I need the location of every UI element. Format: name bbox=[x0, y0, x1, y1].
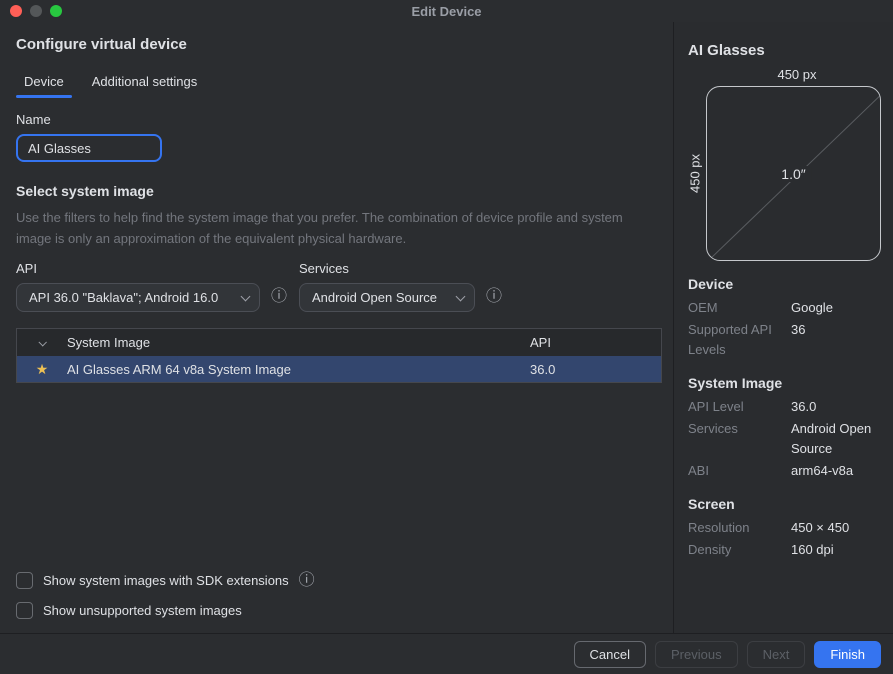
select-system-image-heading: Select system image bbox=[16, 183, 657, 199]
page-title: Configure virtual device bbox=[16, 36, 657, 53]
spec-value: 36.0 bbox=[791, 397, 881, 417]
screen-section-heading: Screen bbox=[688, 496, 881, 512]
checkbox-group: Show system images with SDK extensions ⓘ… bbox=[16, 572, 315, 619]
chevron-down-icon bbox=[241, 291, 251, 301]
services-filter-group: Services Android Open Source bbox=[299, 261, 475, 312]
column-header-api[interactable]: API bbox=[530, 335, 661, 350]
name-label: Name bbox=[16, 112, 657, 127]
filter-row: API API 36.0 "Baklava"; Android 16.0 ⓘ S… bbox=[16, 261, 657, 312]
services-dropdown[interactable]: Android Open Source bbox=[299, 283, 475, 312]
screen-spec-grid: Resolution 450 × 450 Density 160 dpi bbox=[688, 518, 881, 560]
spec-value: 36 bbox=[791, 320, 881, 360]
table-row[interactable]: ★ AI Glasses ARM 64 v8a System Image 36.… bbox=[17, 356, 661, 382]
spec-value: arm64-v8a bbox=[791, 461, 881, 481]
dialog-footer: Cancel Previous Next Finish bbox=[0, 633, 893, 674]
spec-label: API Level bbox=[688, 397, 791, 417]
star-icon: ★ bbox=[36, 362, 49, 376]
device-summary-pane: AI Glasses 450 px 450 px 1.0″ Device OEM… bbox=[673, 22, 893, 633]
services-dropdown-value: Android Open Source bbox=[312, 290, 447, 305]
spec-label: OEM bbox=[688, 298, 791, 318]
tab-additional-settings[interactable]: Additional settings bbox=[84, 70, 206, 98]
device-summary-title: AI Glasses bbox=[688, 42, 881, 59]
sort-column-header[interactable] bbox=[17, 340, 67, 346]
sdk-extensions-checkbox-label: Show system images with SDK extensions bbox=[43, 573, 289, 588]
sdk-extensions-checkbox[interactable] bbox=[16, 572, 33, 589]
spec-value: Google bbox=[791, 298, 881, 318]
cancel-button[interactable]: Cancel bbox=[574, 641, 646, 668]
sdk-extensions-info-icon[interactable]: ⓘ bbox=[299, 573, 315, 589]
tab-bar: Device Additional settings bbox=[16, 70, 657, 98]
tab-device[interactable]: Device bbox=[16, 70, 72, 98]
screen-outline: 1.0″ bbox=[706, 86, 881, 261]
spec-label: Services bbox=[688, 419, 791, 459]
api-dropdown-value: API 36.0 "Baklava"; Android 16.0 bbox=[29, 290, 232, 305]
unsupported-images-checkbox-label: Show unsupported system images bbox=[43, 603, 242, 618]
next-button: Next bbox=[747, 641, 806, 668]
edit-device-dialog: Edit Device Configure virtual device Dev… bbox=[0, 0, 893, 674]
api-filter-group: API API 36.0 "Baklava"; Android 16.0 bbox=[16, 261, 260, 312]
api-dropdown[interactable]: API 36.0 "Baklava"; Android 16.0 bbox=[16, 283, 260, 312]
services-label: Services bbox=[299, 261, 475, 276]
system-image-section-heading: System Image bbox=[688, 375, 881, 391]
window-title: Edit Device bbox=[0, 4, 893, 19]
device-spec-grid: OEM Google Supported API Levels 36 bbox=[688, 298, 881, 360]
spec-value: 450 × 450 bbox=[791, 518, 881, 538]
unsupported-images-checkbox-row: Show unsupported system images bbox=[16, 602, 315, 619]
system-image-name: AI Glasses ARM 64 v8a System Image bbox=[67, 362, 530, 377]
section-description: Use the filters to help find the system … bbox=[16, 207, 660, 249]
screen-width-label: 450 px bbox=[706, 67, 888, 82]
api-info-icon[interactable]: ⓘ bbox=[271, 289, 287, 305]
column-header-system-image[interactable]: System Image bbox=[67, 335, 530, 350]
finish-button[interactable]: Finish bbox=[814, 641, 881, 668]
system-image-api: 36.0 bbox=[530, 362, 661, 377]
table-header-row: System Image API bbox=[17, 329, 661, 356]
spec-label: Supported API Levels bbox=[688, 320, 791, 360]
screen-diagonal-size: 1.0″ bbox=[775, 166, 811, 182]
spec-label: Density bbox=[688, 540, 791, 560]
name-input[interactable] bbox=[16, 134, 162, 162]
chevron-down-icon bbox=[456, 291, 466, 301]
previous-button: Previous bbox=[655, 641, 738, 668]
spec-value: Android Open Source bbox=[791, 419, 881, 459]
unsupported-images-checkbox[interactable] bbox=[16, 602, 33, 619]
spec-value: 160 dpi bbox=[791, 540, 881, 560]
system-image-spec-grid: API Level 36.0 Services Android Open Sou… bbox=[688, 397, 881, 481]
spec-label: ABI bbox=[688, 461, 791, 481]
screen-height-label: 450 px bbox=[688, 86, 702, 261]
spec-label: Resolution bbox=[688, 518, 791, 538]
titlebar: Edit Device bbox=[0, 0, 893, 22]
favorite-cell[interactable]: ★ bbox=[17, 362, 67, 376]
api-label: API bbox=[16, 261, 260, 276]
configure-pane: Configure virtual device Device Addition… bbox=[0, 22, 673, 633]
system-image-table: System Image API ★ AI Glasses ARM 64 v8a… bbox=[16, 328, 662, 383]
screen-diagram: 450 px 450 px 1.0″ bbox=[688, 67, 881, 261]
services-info-icon[interactable]: ⓘ bbox=[486, 289, 502, 305]
device-section-heading: Device bbox=[688, 276, 881, 292]
sdk-extensions-checkbox-row: Show system images with SDK extensions ⓘ bbox=[16, 572, 315, 589]
chevron-down-icon bbox=[38, 338, 46, 346]
